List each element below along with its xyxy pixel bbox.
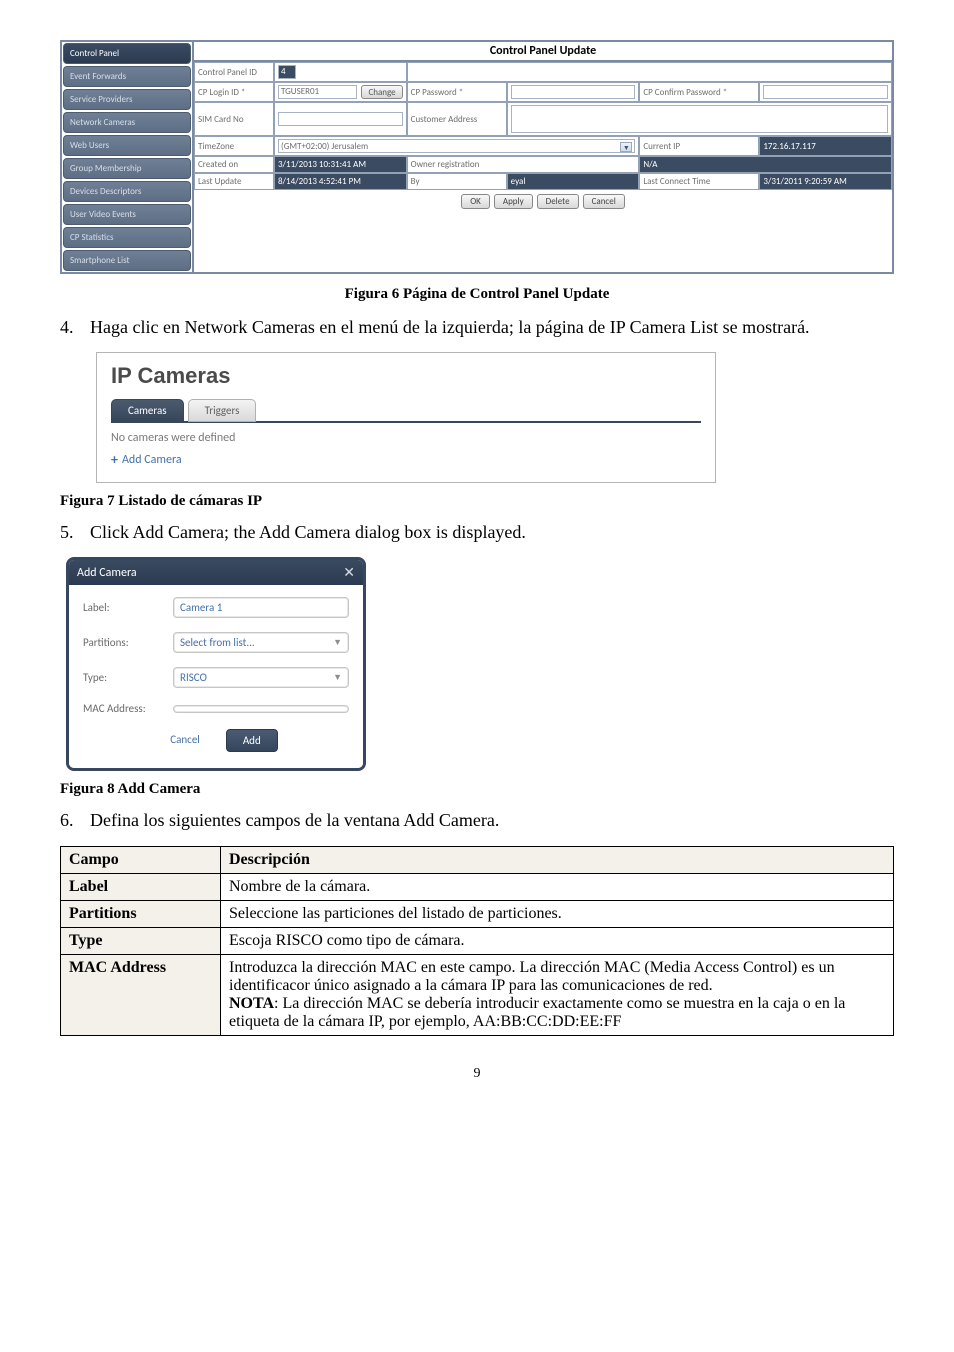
lup-value: 8/14/2013 4:52:41 PM xyxy=(274,173,407,190)
cpu-sidebar: Control Panel Event Forwards Service Pro… xyxy=(62,42,192,272)
sidebar-item-group-membership[interactable]: Group Membership xyxy=(63,158,191,179)
sim-label: SIM Card No xyxy=(194,102,274,136)
cpu-panel-title: Control Panel Update xyxy=(490,44,596,58)
chevron-down-icon: ▼ xyxy=(333,637,342,648)
step-4-text: Haga clic en Network Cameras en el menú … xyxy=(90,315,894,340)
table-head-campo: Campo xyxy=(61,846,221,873)
table-row-mac-c: MAC Address xyxy=(61,954,221,1035)
tab-triggers[interactable]: Triggers xyxy=(188,399,257,422)
sidebar-item-event-forwards[interactable]: Event Forwards xyxy=(63,66,191,87)
tab-cameras[interactable]: Cameras xyxy=(111,399,184,422)
tz-select[interactable]: (GMT+02:00) Jerusalem▼ xyxy=(278,139,635,153)
chevron-down-icon: ▼ xyxy=(333,672,342,683)
created-value: 3/11/2013 10:31:41 AM xyxy=(274,156,407,173)
created-label: Created on xyxy=(194,156,274,173)
type-label: Type: xyxy=(83,671,173,684)
chevron-down-icon: ▼ xyxy=(620,142,632,152)
cip-value: 172.16.17.117 xyxy=(759,136,892,156)
sidebar-item-service-providers[interactable]: Service Providers xyxy=(63,89,191,110)
figure-6-caption: Figura 6 Página de Control Panel Update xyxy=(60,286,894,303)
table-row-label-d: Nombre de la cámara. xyxy=(221,873,894,900)
login-label: CP Login ID * xyxy=(194,82,274,102)
field-description-table: Campo Descripción Label Nombre de la cám… xyxy=(60,846,894,1036)
add-camera-title: Add Camera xyxy=(77,566,137,580)
sidebar-item-smartphone-list[interactable]: Smartphone List xyxy=(63,250,191,271)
apply-button[interactable]: Apply xyxy=(494,194,533,209)
oreg-value: N/A xyxy=(639,156,892,173)
camera-label-label: Label: xyxy=(83,601,173,614)
step-6-number: 6. xyxy=(60,808,90,833)
type-select[interactable]: RISCO▼ xyxy=(173,667,349,688)
camera-label-input[interactable]: Camera 1 xyxy=(173,597,349,618)
delete-button[interactable]: Delete xyxy=(537,194,579,209)
lup-label: Last Update xyxy=(194,173,274,190)
step-6-text: Defina los siguientes campos de la venta… xyxy=(90,808,894,833)
pw-input[interactable] xyxy=(511,85,636,99)
control-panel-update: Control Panel Event Forwards Service Pro… xyxy=(60,40,894,274)
by-label: By xyxy=(407,173,507,190)
sim-input[interactable] xyxy=(278,112,403,126)
cpu-main-panel: Control Panel Update Control Panel ID 4 … xyxy=(192,42,892,272)
page-number: 9 xyxy=(60,1066,894,1082)
add-camera-label: Add Camera xyxy=(122,453,182,467)
sidebar-item-control-panel[interactable]: Control Panel xyxy=(63,43,191,64)
lct-label: Last Connect Time xyxy=(639,173,759,190)
cpid-value: 4 xyxy=(278,65,296,79)
sidebar-item-web-users[interactable]: Web Users xyxy=(63,135,191,156)
cip-label: Current IP xyxy=(639,136,759,156)
change-button[interactable]: Change xyxy=(361,85,402,99)
cpw-label: CP Confirm Password * xyxy=(639,82,759,102)
ip-cameras-title: IP Cameras xyxy=(111,363,701,389)
step-5-text: Click Add Camera; the Add Camera dialog … xyxy=(90,520,894,545)
sidebar-item-cp-statistics[interactable]: CP Statistics xyxy=(63,227,191,248)
tz-label: TimeZone xyxy=(194,136,274,156)
by-value: eyal xyxy=(507,173,640,190)
sidebar-item-user-video-events[interactable]: User Video Events xyxy=(63,204,191,225)
add-camera-dialog: Add Camera ✕ Label: Camera 1 Partitions:… xyxy=(66,557,366,771)
mac-label: MAC Address: xyxy=(83,702,173,715)
step-5-number: 5. xyxy=(60,520,90,545)
figure-8-caption: Figura 8 Add Camera xyxy=(60,781,894,798)
table-row-type-d: Escoja RISCO como tipo de cámara. xyxy=(221,927,894,954)
plus-icon: + xyxy=(111,451,118,468)
table-row-part-c: Partitions xyxy=(61,900,221,927)
cpw-input[interactable] xyxy=(763,85,888,99)
cpid-label: Control Panel ID xyxy=(194,62,274,82)
dialog-cancel-button[interactable]: Cancel xyxy=(154,729,216,752)
oreg-label: Owner registration xyxy=(407,156,640,173)
add-camera-link[interactable]: + Add Camera xyxy=(111,451,701,468)
caddr-input[interactable] xyxy=(511,105,888,133)
figure-7-caption: Figura 7 Listado de cámaras IP xyxy=(60,493,894,510)
ip-cameras-panel: IP Cameras Cameras Triggers No cameras w… xyxy=(96,352,716,483)
table-row-mac-d: Introduzca la dirección MAC en este camp… xyxy=(221,954,894,1035)
ok-button[interactable]: OK xyxy=(461,194,490,209)
pw-label: CP Password * xyxy=(407,82,507,102)
partitions-select[interactable]: Select from list...▼ xyxy=(173,632,349,653)
sidebar-item-network-cameras[interactable]: Network Cameras xyxy=(63,112,191,133)
table-head-descripcion: Descripción xyxy=(221,846,894,873)
step-4-number: 4. xyxy=(60,315,90,340)
partitions-label: Partitions: xyxy=(83,636,173,649)
table-row-type-c: Type xyxy=(61,927,221,954)
sidebar-item-devices-descriptors[interactable]: Devices Descriptors xyxy=(63,181,191,202)
caddr-label: Customer Address xyxy=(407,102,507,136)
lct-value: 3/31/2011 9:20:59 AM xyxy=(759,173,892,190)
close-icon[interactable]: ✕ xyxy=(343,564,355,581)
no-cameras-text: No cameras were defined xyxy=(111,431,701,445)
cancel-button[interactable]: Cancel xyxy=(583,194,625,209)
table-row-label-c: Label xyxy=(61,873,221,900)
login-input[interactable]: TGUSER01 xyxy=(278,85,357,99)
table-row-part-d: Seleccione las particiones del listado d… xyxy=(221,900,894,927)
mac-input[interactable] xyxy=(173,705,349,713)
dialog-add-button[interactable]: Add xyxy=(226,729,278,752)
